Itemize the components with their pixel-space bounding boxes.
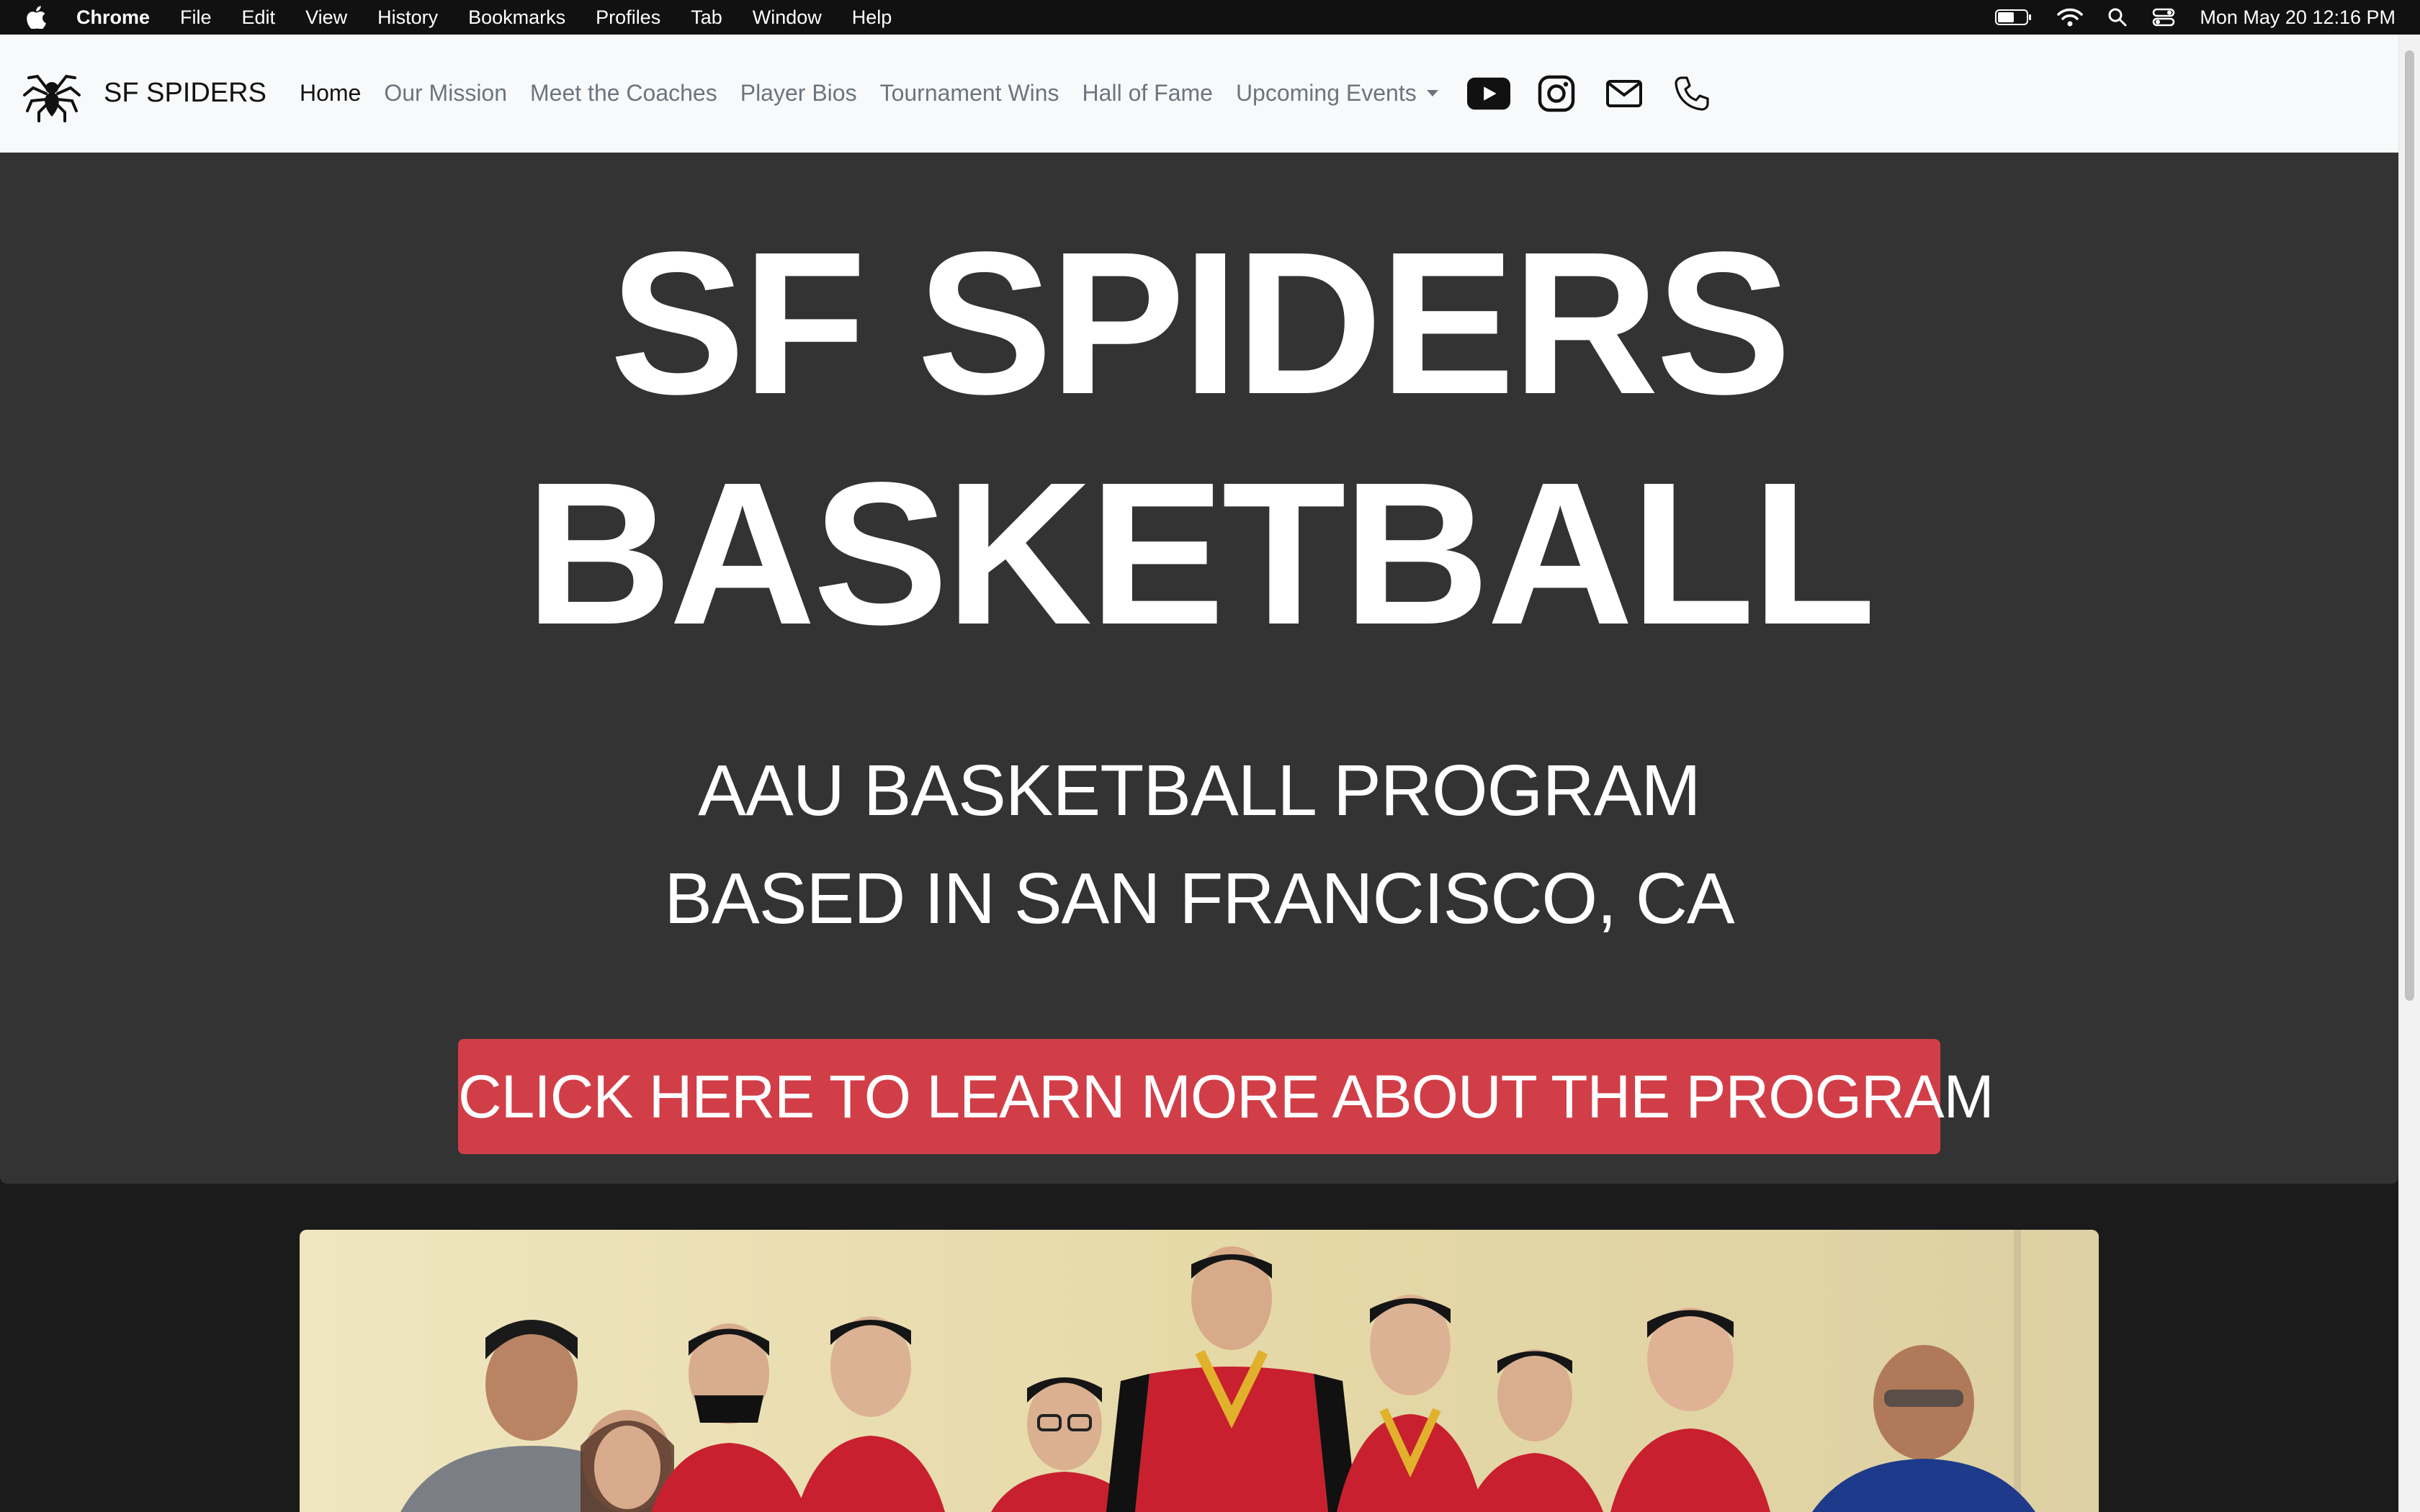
nav-meet-the-coaches[interactable]: Meet the Coaches: [530, 80, 717, 107]
mail-icon[interactable]: [1603, 72, 1646, 115]
macos-menu-bar: Chrome File Edit View History Bookmarks …: [0, 0, 2420, 35]
menu-history[interactable]: History: [377, 6, 438, 29]
spider-logo-icon: [23, 74, 81, 122]
menu-file[interactable]: File: [180, 6, 212, 29]
hero-title-line-1: SF SPIDERS: [609, 210, 1792, 436]
wifi-icon[interactable]: [2057, 7, 2084, 27]
nav-player-bios[interactable]: Player Bios: [740, 80, 857, 107]
apple-logo-icon[interactable]: [26, 5, 50, 30]
nav-upcoming-events-dropdown[interactable]: Upcoming Events: [1236, 80, 1438, 107]
nav-tournament-wins[interactable]: Tournament Wins: [880, 80, 1059, 107]
hero-subtitle-line-2: BASED IN SAN FRANCISCO, CA: [664, 858, 1734, 939]
status-area: Mon May 20 12:16 PM: [1995, 0, 2396, 35]
hero-title-line-2: BASKETBALL: [525, 440, 1876, 667]
learn-more-button[interactable]: CLICK HERE TO LEARN MORE ABOUT THE PROGR…: [458, 1039, 1994, 1154]
battery-icon[interactable]: [1995, 8, 2033, 27]
menu-app-name[interactable]: Chrome: [76, 6, 150, 29]
menu-window[interactable]: Window: [753, 6, 822, 29]
menubar-clock[interactable]: Mon May 20 12:16 PM: [2200, 6, 2396, 29]
hero-section: SF SPIDERS BASKETBALL AAU BASKETBALL PRO…: [0, 153, 2398, 1184]
brand-name: SF SPIDERS: [104, 78, 266, 108]
control-center-icon[interactable]: [2152, 7, 2175, 27]
menu-help[interactable]: Help: [852, 6, 892, 29]
social-links: [1466, 72, 1713, 115]
instagram-icon[interactable]: [1535, 72, 1578, 115]
phone-icon[interactable]: [1670, 72, 1713, 115]
youtube-icon[interactable]: [1466, 72, 1510, 115]
menu-tab[interactable]: Tab: [691, 6, 722, 29]
nav-home[interactable]: Home: [300, 80, 361, 107]
scrollbar-thumb[interactable]: [2405, 50, 2414, 1001]
nav-hall-of-fame[interactable]: Hall of Fame: [1083, 80, 1213, 107]
site-navbar: SF SPIDERS Home Our Mission Meet the Coa…: [0, 35, 2398, 153]
navbar-brand[interactable]: SF SPIDERS: [22, 63, 266, 124]
menu-edit[interactable]: Edit: [242, 6, 276, 29]
menu-view[interactable]: View: [305, 6, 347, 29]
nav-our-mission[interactable]: Our Mission: [384, 80, 507, 107]
menu-profiles[interactable]: Profiles: [596, 6, 660, 29]
spotlight-search-icon[interactable]: [2107, 7, 2128, 27]
page-scrollbar[interactable]: [2398, 35, 2420, 1512]
team-photo: [300, 1230, 2099, 1512]
hero-subtitle-line-1: AAU BASKETBALL PROGRAM: [698, 750, 1700, 831]
menu-bookmarks[interactable]: Bookmarks: [468, 6, 565, 29]
